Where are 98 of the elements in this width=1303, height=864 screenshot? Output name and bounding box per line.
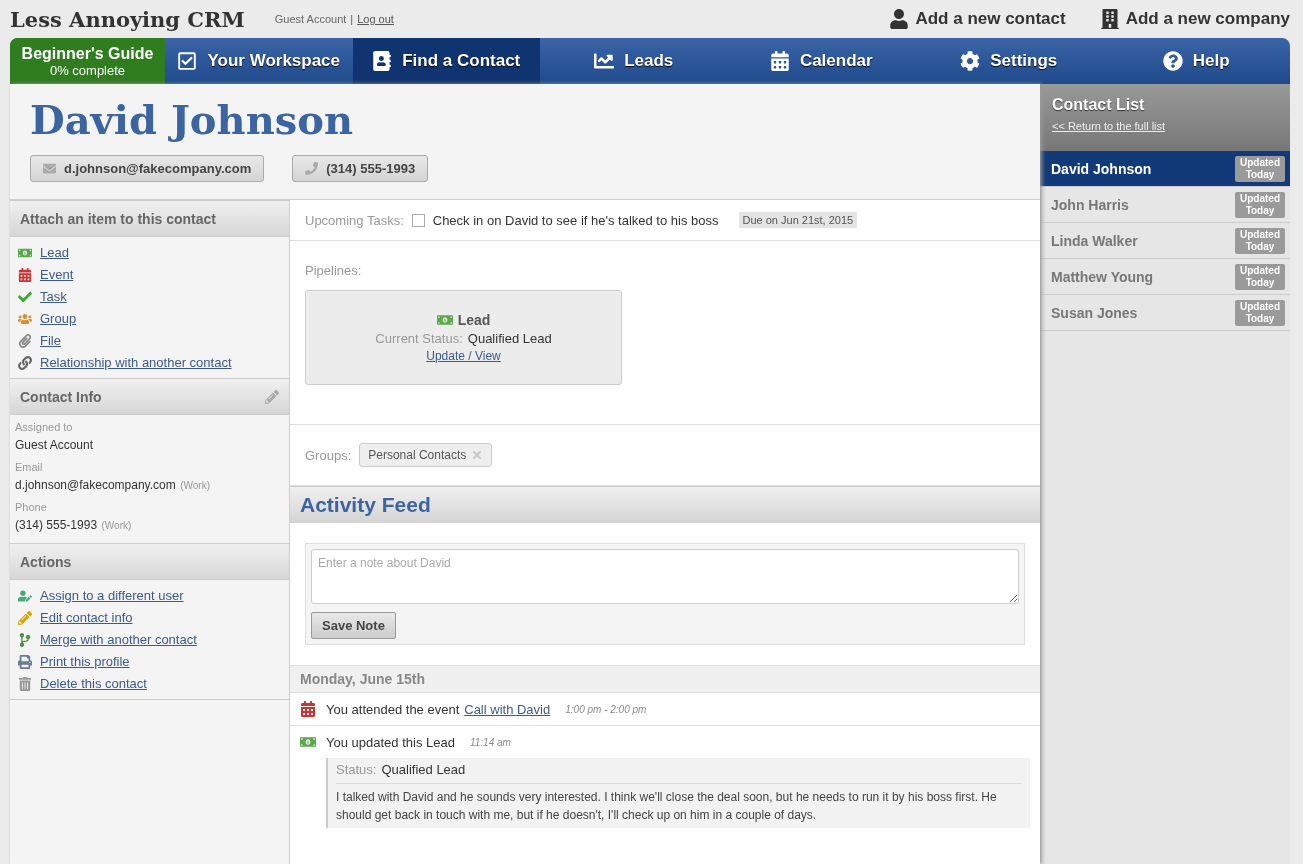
add-contact-link[interactable]: Add a new contact <box>889 9 1066 29</box>
beginners-guide-tab[interactable]: Beginner's Guide 0% complete <box>10 38 165 84</box>
printer-icon <box>18 654 32 669</box>
trash-icon <box>18 676 32 691</box>
field-label: Assigned to <box>15 421 74 433</box>
note-text: I talked with David and he sounds very interested. I think we'll close the deal soon, but he needs to run it by his boss first. He should get back in touch with me, but if he doesn't, I'll check up on him in a couple of days. <box>336 783 1022 824</box>
check-icon <box>18 289 32 304</box>
separator: | <box>350 13 354 25</box>
day-header: Monday, June 15th <box>290 665 1040 693</box>
updated-badge: Updated Today <box>1235 299 1285 326</box>
entry-time: 11:14 am <box>469 736 511 748</box>
add-company-link[interactable]: Add a new company <box>1099 9 1290 29</box>
field-value: d.johnson@fakecompany.com <box>15 478 176 492</box>
envelope-icon <box>43 162 56 175</box>
check-icon <box>177 51 198 71</box>
task-text: Check in on David to see if he's talked to his boss <box>432 212 719 228</box>
action-link[interactable]: Delete this contact <box>40 676 147 691</box>
logout-link[interactable]: Log out <box>357 13 394 25</box>
person-icon <box>889 9 910 29</box>
attach-link[interactable]: Event <box>40 267 74 282</box>
attach-link[interactable]: Task <box>40 289 67 304</box>
field-value: (314) 555-1993 <box>15 518 98 532</box>
banknote-icon <box>436 312 453 328</box>
address-book-icon <box>372 51 393 71</box>
email-button[interactable]: d.johnson@fakecompany.com <box>30 155 265 182</box>
calendar-icon <box>769 51 790 71</box>
return-link[interactable]: << Return to the full list <box>1052 120 1278 132</box>
field-note: (Work) <box>180 480 210 491</box>
pipeline-title: Lead <box>457 312 491 328</box>
app-logo: Less Annoying CRM <box>10 6 245 32</box>
entry-text: You attended the event <box>326 701 460 717</box>
merge-icon <box>18 632 32 647</box>
action-link[interactable]: Print this profile <box>40 654 130 669</box>
section-title: Contact Info <box>20 388 102 405</box>
field-value: Guest Account <box>15 438 94 452</box>
nav-tab[interactable]: Settings <box>915 38 1103 84</box>
contact-list-item[interactable]: Linda Walker Updated Today <box>1040 223 1290 259</box>
section-title: Actions <box>20 553 72 570</box>
action-link[interactable]: Merge with another contact <box>40 632 197 647</box>
entry-time: 1:00 pm - 2:00 pm <box>565 703 647 715</box>
contact-list-item[interactable]: Susan Jones Updated Today <box>1040 295 1290 331</box>
phone-icon <box>305 162 319 175</box>
pencil-icon <box>18 610 32 625</box>
status-label: Status: <box>336 762 377 777</box>
entry-text: You updated this Lead <box>326 734 455 750</box>
account-name: Guest Account <box>274 13 347 25</box>
nav-tab[interactable]: Leads <box>540 38 728 84</box>
action-link[interactable]: Assign to a different user <box>40 588 184 603</box>
note-field[interactable]: Enter a note about David <box>311 549 1019 604</box>
attach-link[interactable]: Relationship with another contact <box>40 355 232 370</box>
tasks-label: Upcoming Tasks: <box>305 212 404 228</box>
field-note: (Work) <box>101 520 132 531</box>
pipelines-label: Pipelines: <box>305 263 363 278</box>
updated-badge: Updated Today <box>1235 155 1285 182</box>
updated-badge: Updated Today <box>1235 227 1285 254</box>
calendar-icon <box>300 701 316 717</box>
link-icon <box>18 355 32 370</box>
updated-badge: Updated Today <box>1235 191 1285 218</box>
updated-badge: Updated Today <box>1235 263 1285 290</box>
section-title: Attach an item to this contact <box>20 210 217 227</box>
contact-list-title: Contact List <box>1052 96 1146 114</box>
update-view-link[interactable]: Update / View <box>426 349 501 363</box>
field-label: Phone <box>15 501 48 513</box>
guide-subtitle: 0% complete <box>49 62 126 78</box>
attach-link[interactable]: Lead <box>40 245 69 260</box>
guide-title: Beginner's Guide <box>21 44 154 63</box>
help-icon <box>1162 51 1183 71</box>
contact-list-item[interactable]: Matthew Young Updated Today <box>1040 259 1290 295</box>
field-label: Email <box>15 461 44 473</box>
paperclip-icon <box>18 333 32 348</box>
attach-link[interactable]: File <box>40 333 61 348</box>
calendar-icon <box>18 267 32 282</box>
phone-button[interactable]: (314) 555-1993 <box>292 155 429 182</box>
task-checkbox[interactable] <box>411 213 425 227</box>
save-note-button[interactable]: Save Note <box>311 612 396 639</box>
contact-list-item[interactable]: David Johnson Updated Today <box>1040 151 1290 187</box>
attach-link[interactable]: Group <box>40 311 77 326</box>
nav-tab[interactable]: Your Workspace <box>165 38 353 84</box>
status-label: Current Status: <box>375 331 463 346</box>
gear-icon <box>960 51 981 71</box>
chart-icon <box>594 51 615 71</box>
remove-icon[interactable] <box>471 449 484 461</box>
due-date: Due on Jun 21st, 2015 <box>738 212 858 228</box>
feed-title: Activity Feed <box>300 493 431 517</box>
people-icon <box>18 311 32 326</box>
group-tag: Personal Contacts <box>359 443 493 467</box>
action-link[interactable]: Edit contact info <box>40 610 133 625</box>
status-value: Qualified Lead <box>467 331 552 346</box>
banknote-icon <box>300 734 316 750</box>
nav-tab[interactable]: Calendar <box>727 38 915 84</box>
nav-tab[interactable]: Help <box>1102 38 1290 84</box>
nav-tab[interactable]: Find a Contact <box>352 38 540 84</box>
contact-list-item[interactable]: John Harris Updated Today <box>1040 187 1290 223</box>
status-value: Qualified Lead <box>381 762 466 777</box>
groups-label: Groups: <box>305 447 352 463</box>
activity-link[interactable]: Call with David <box>464 701 551 717</box>
pencil-icon[interactable] <box>265 389 279 404</box>
contact-name: David Johnson <box>30 96 354 143</box>
